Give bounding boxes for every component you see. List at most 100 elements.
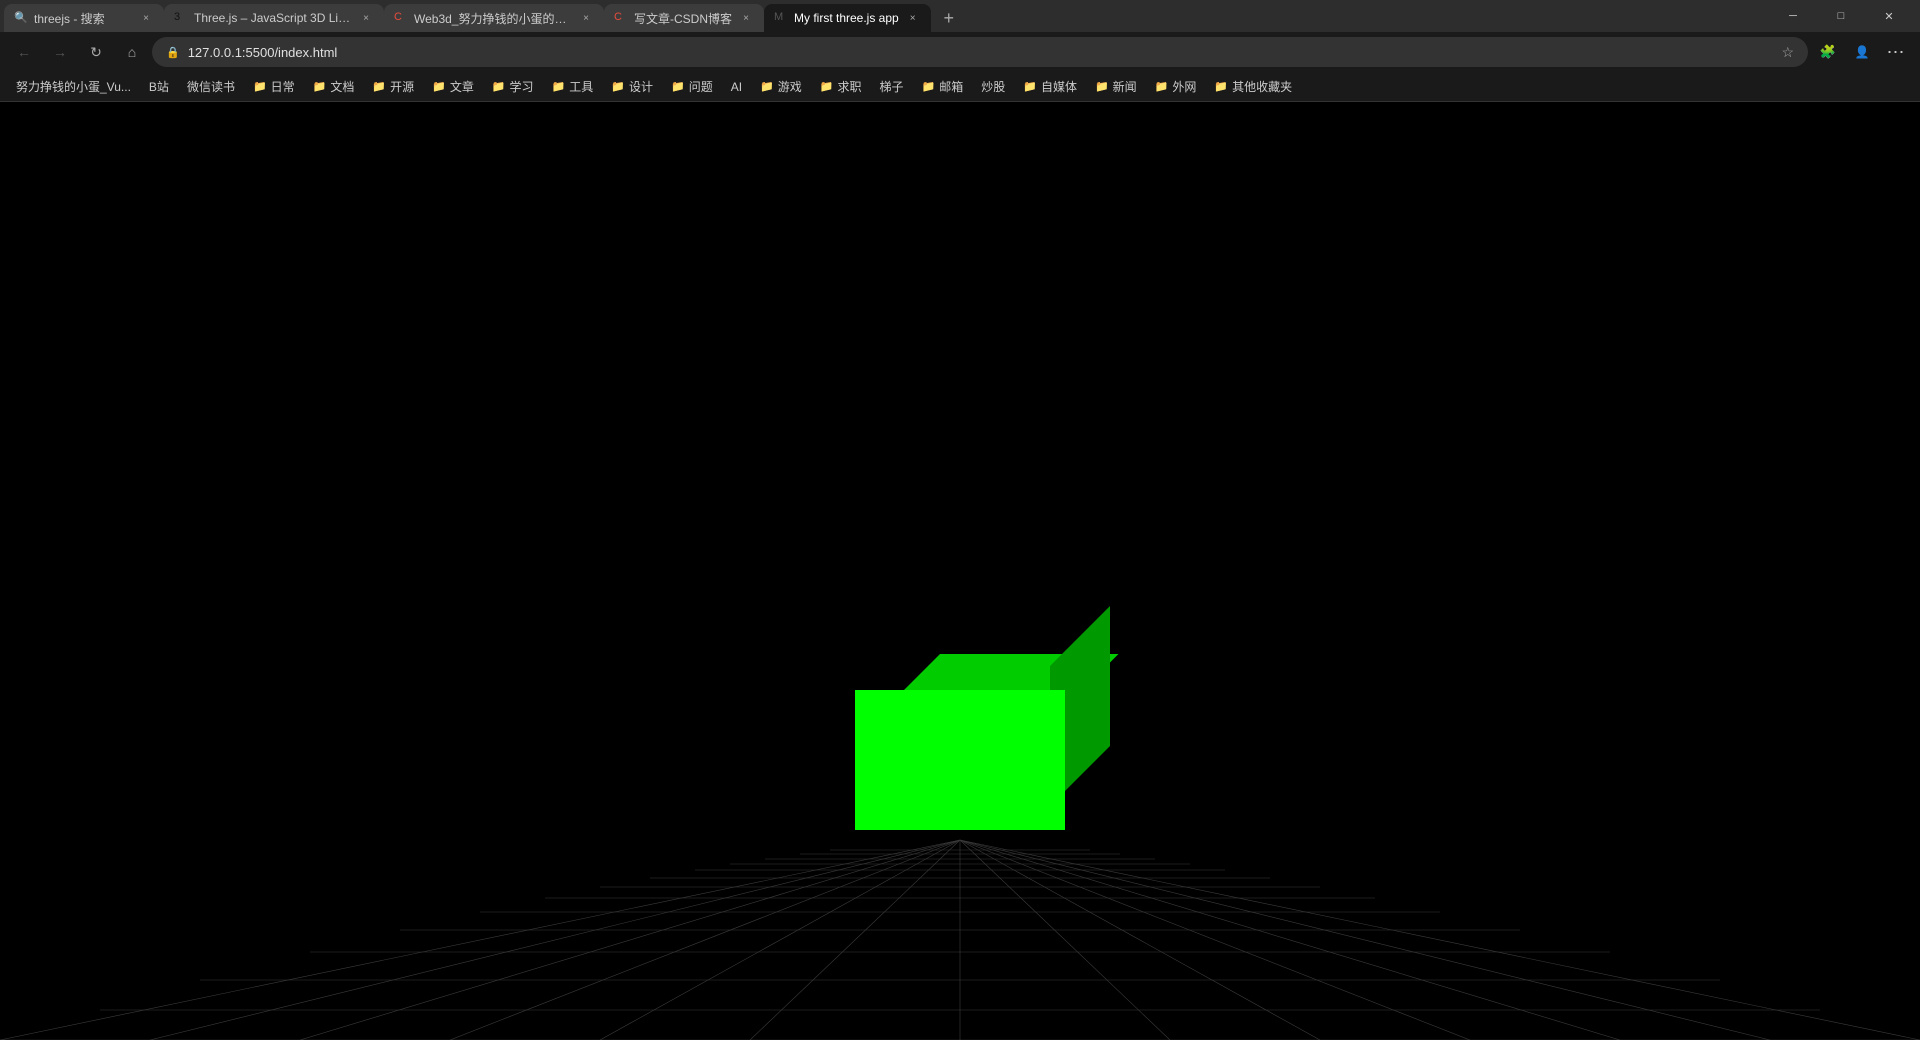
folder-icon: 📁	[372, 80, 386, 93]
window-controls: ─ □ ✕	[1762, 0, 1920, 32]
bookmark-label: 日常	[271, 78, 295, 95]
tab-tab4[interactable]: C 写文章-CSDN博客 ×	[604, 4, 764, 32]
bookmark-label: 求职	[837, 78, 861, 95]
bookmark-item[interactable]: 📁 游戏	[752, 76, 810, 97]
tab-close-tab5[interactable]: ×	[905, 10, 921, 26]
nav-row: ← → ↻ ⌂ 🔒 127.0.0.1:5500/index.html ☆ 🧩 …	[0, 32, 1920, 72]
tab-label-tab4: 写文章-CSDN博客	[634, 10, 732, 27]
bookmarks-bar: 努力挣钱的小蛋_Vu...B站微信读书📁日常📁文档📁开源📁文章📁学习📁工具📁设计…	[0, 72, 1920, 102]
maximize-button[interactable]: □	[1818, 0, 1864, 32]
lock-icon: 🔒	[166, 46, 180, 59]
home-button[interactable]: ⌂	[116, 36, 148, 68]
browser-window: 🔍threejs - 搜索×3Three.js – JavaScript 3D …	[0, 0, 1920, 1040]
folder-icon: 📁	[760, 80, 774, 93]
tab-favicon-tab1: 🔍	[14, 11, 28, 25]
tab-favicon-tab2: 3	[174, 11, 188, 25]
profile-button[interactable]: 👤	[1846, 36, 1878, 68]
bookmark-label: 邮箱	[939, 78, 963, 95]
tab-tab3[interactable]: C Web3d_努力挣钱的小蛋的博客- ×	[384, 4, 604, 32]
bookmark-item[interactable]: AI	[723, 78, 750, 96]
folder-icon: 📁	[1214, 80, 1228, 93]
bookmark-label: 开源	[390, 78, 414, 95]
bookmark-item[interactable]: 📁 日常	[245, 76, 303, 97]
cube-wrapper	[855, 690, 1065, 830]
toolbar-right: 🧩 👤 ⋯	[1812, 36, 1912, 68]
folder-icon: 📁	[671, 80, 685, 93]
tab-label-tab1: threejs - 搜索	[34, 10, 132, 27]
tab-label-tab3: Web3d_努力挣钱的小蛋的博客-	[414, 10, 572, 27]
refresh-button[interactable]: ↻	[80, 36, 112, 68]
bookmark-item[interactable]: 📁文档	[305, 76, 363, 97]
bookmark-label: 努力挣钱的小蛋_Vu...	[16, 78, 131, 95]
bookmark-item[interactable]: 努力挣钱的小蛋_Vu...	[8, 76, 139, 97]
new-tab-button[interactable]: +	[935, 4, 963, 32]
folder-icon: 📁	[1023, 80, 1037, 93]
tab-tab5[interactable]: M My first three.js app ×	[764, 4, 931, 32]
close-button[interactable]: ✕	[1866, 0, 1912, 32]
tab-tab2[interactable]: 3Three.js – JavaScript 3D Library×	[164, 4, 384, 32]
bookmark-label: 梯子	[879, 78, 903, 95]
tab-close-tab3[interactable]: ×	[578, 10, 594, 26]
cube-front-face	[855, 690, 1065, 830]
folder-icon: 📁	[313, 80, 327, 93]
bookmark-label: 问题	[689, 78, 713, 95]
bookmark-item[interactable]: 📁 其他收藏夹	[1206, 76, 1300, 97]
tab-favicon-tab4: C	[614, 11, 628, 25]
tab-close-tab1[interactable]: ×	[138, 10, 154, 26]
bookmark-label: B站	[149, 78, 169, 95]
bookmark-label: AI	[731, 80, 742, 94]
folder-icon: 📁	[1155, 80, 1169, 93]
bookmark-label: 炒股	[981, 78, 1005, 95]
tab-label-tab5: My first three.js app	[794, 11, 899, 25]
tab-close-tab2[interactable]: ×	[358, 10, 374, 26]
extensions-button[interactable]: 🧩	[1812, 36, 1844, 68]
folder-icon: 📁	[922, 80, 936, 93]
folder-icon: 📁	[552, 80, 566, 93]
folder-icon: 📁	[432, 80, 446, 93]
bookmark-item[interactable]: 📁 问题	[663, 76, 721, 97]
tab-favicon-tab5: M	[774, 11, 788, 25]
bookmark-item[interactable]: 📁 设计	[603, 76, 661, 97]
bookmark-label: 其他收藏夹	[1232, 78, 1292, 95]
folder-icon: 📁	[820, 80, 834, 93]
bookmark-item[interactable]: 📁 开源	[364, 76, 422, 97]
bookmark-item[interactable]: B站	[141, 76, 177, 97]
bookmark-item[interactable]: 微信读书	[179, 76, 243, 97]
bookmark-item[interactable]: 📁学习	[484, 76, 542, 97]
tab-close-tab4[interactable]: ×	[738, 10, 754, 26]
folder-icon: 📁	[253, 80, 267, 93]
url-text: 127.0.0.1:5500/index.html	[188, 45, 1774, 60]
bookmark-item[interactable]: 📁 文章	[424, 76, 482, 97]
bookmark-label: 工具	[569, 78, 593, 95]
bookmark-item[interactable]: 炒股	[973, 76, 1013, 97]
bookmark-item[interactable]: 📁求职	[812, 76, 870, 97]
tabs-row: 🔍threejs - 搜索×3Three.js – JavaScript 3D …	[0, 0, 1762, 32]
bookmark-label: 自媒体	[1041, 78, 1077, 95]
bookmark-label: 文章	[450, 78, 474, 95]
bookmark-label: 文档	[330, 78, 354, 95]
tab-favicon-tab3: C	[394, 11, 408, 25]
forward-button: →	[44, 36, 76, 68]
title-bar: 🔍threejs - 搜索×3Three.js – JavaScript 3D …	[0, 0, 1920, 32]
page-content	[0, 102, 1920, 1040]
menu-button[interactable]: ⋯	[1880, 36, 1912, 68]
bookmark-label: 微信读书	[187, 78, 235, 95]
tab-tab1[interactable]: 🔍 threejs - 搜索 ×	[4, 4, 164, 32]
bookmark-label: 外网	[1172, 78, 1196, 95]
scene-canvas	[0, 102, 1920, 1040]
bookmark-item[interactable]: 梯子	[871, 76, 911, 97]
3d-cube	[855, 690, 1065, 830]
minimize-button[interactable]: ─	[1770, 0, 1816, 32]
address-bar[interactable]: 🔒 127.0.0.1:5500/index.html ☆	[152, 37, 1808, 67]
bookmark-item[interactable]: 📁 自媒体	[1015, 76, 1085, 97]
folder-icon: 📁	[611, 80, 625, 93]
bookmark-item[interactable]: 📁外网	[1147, 76, 1205, 97]
bookmark-item[interactable]: 📁工具	[544, 76, 602, 97]
star-icon[interactable]: ☆	[1781, 44, 1794, 61]
bookmark-label: 新闻	[1113, 78, 1137, 95]
back-button: ←	[8, 36, 40, 68]
bookmark-label: 游戏	[778, 78, 802, 95]
bookmark-item[interactable]: 📁邮箱	[914, 76, 972, 97]
bookmark-item[interactable]: 📁新闻	[1087, 76, 1145, 97]
bookmark-label: 设计	[629, 78, 653, 95]
